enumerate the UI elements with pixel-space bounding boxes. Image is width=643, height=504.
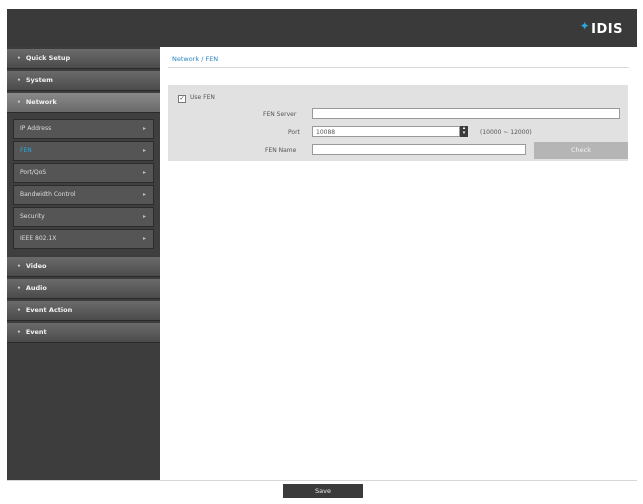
port-label: Port — [288, 129, 300, 136]
menu-label: Network — [25, 98, 57, 106]
submenu-ip-address[interactable]: IP Address ▸ — [13, 119, 154, 139]
bullet-icon: • — [17, 55, 21, 62]
submenu-label: IEEE 802.1X — [20, 235, 57, 242]
bullet-icon: • — [17, 285, 21, 292]
bullet-icon: • — [17, 77, 21, 84]
submenu-ieee-8021x[interactable]: IEEE 802.1X ▸ — [13, 229, 154, 249]
menu-event[interactable]: • Event — [7, 323, 160, 343]
bullet-icon: • — [17, 263, 21, 270]
logo-mark-icon: ✦ — [579, 19, 591, 33]
chevron-right-icon: ▸ — [142, 191, 146, 198]
submenu-label: Port/QoS — [20, 169, 47, 176]
menu-label: Quick Setup — [25, 54, 71, 62]
check-button[interactable]: Check — [534, 142, 628, 159]
submenu-security[interactable]: Security ▸ — [13, 207, 154, 227]
port-stepper[interactable]: ▴ ▾ — [460, 126, 468, 137]
spin-down-icon: ▾ — [462, 130, 466, 136]
bullet-icon: • — [17, 307, 21, 314]
footer-bar: Save — [7, 480, 637, 500]
fen-server-label: FEN Server — [263, 111, 297, 118]
menu-label: Audio — [25, 284, 47, 292]
fen-name-input[interactable] — [312, 144, 526, 155]
bullet-icon: • — [17, 99, 21, 106]
fen-server-input[interactable] — [312, 108, 620, 119]
sidebar: • Quick Setup • System • Network IP Address… — [7, 47, 160, 480]
bullet-icon: • — [17, 329, 21, 336]
submenu-port-qos[interactable]: Port/QoS ▸ — [13, 163, 154, 183]
menu-audio[interactable]: • Audio — [7, 279, 160, 299]
submenu-label: Security — [20, 213, 45, 220]
save-button[interactable]: Save — [283, 484, 363, 498]
menu-label: Video — [25, 262, 47, 270]
menu-label: Event — [25, 328, 47, 336]
chevron-right-icon: ▸ — [142, 125, 146, 132]
submenu-label: IP Address — [20, 125, 52, 132]
chevron-right-icon: ▸ — [142, 235, 146, 242]
fen-settings-panel: ✓ Use FEN FEN Server Port 10088 ▴ ▾ (1000… — [168, 85, 628, 161]
chevron-right-icon: ▸ — [142, 169, 146, 176]
logo-text: IDIS — [591, 22, 623, 37]
chevron-right-icon: ▸ — [142, 213, 146, 220]
menu-network[interactable]: • Network — [7, 93, 160, 113]
header-bar: ✦IDIS — [7, 9, 637, 47]
checkmark-icon: ✓ — [179, 95, 185, 102]
submenu-fen[interactable]: FEN ▸ — [13, 141, 154, 161]
submenu-label: Bandwidth Control — [20, 191, 76, 198]
breadcrumb: Network / FEN — [172, 55, 219, 63]
port-range-hint: (10000 ~ 12000) — [480, 129, 532, 136]
use-fen-checkbox[interactable]: ✓ — [178, 95, 186, 103]
menu-label: Event Action — [25, 306, 73, 314]
port-input[interactable]: 10088 — [312, 126, 460, 137]
menu-event-action[interactable]: • Event Action — [7, 301, 160, 321]
divider — [168, 67, 629, 68]
submenu-label: FEN — [20, 147, 32, 154]
chevron-right-icon: ▸ — [142, 147, 146, 154]
fen-name-label: FEN Name — [265, 147, 297, 154]
submenu-bandwidth-control[interactable]: Bandwidth Control ▸ — [13, 185, 154, 205]
idis-logo: ✦IDIS — [579, 19, 623, 37]
main-content: Network / FEN ✓ Use FEN FEN Server Port … — [160, 47, 637, 480]
menu-video[interactable]: • Video — [7, 257, 160, 277]
menu-system[interactable]: • System — [7, 71, 160, 91]
network-submenu: IP Address ▸ FEN ▸ Port/QoS ▸ Bandwidth Con… — [7, 113, 160, 255]
use-fen-label: Use FEN — [190, 94, 215, 101]
menu-label: System — [25, 76, 53, 84]
menu-quick-setup[interactable]: • Quick Setup — [7, 49, 160, 69]
